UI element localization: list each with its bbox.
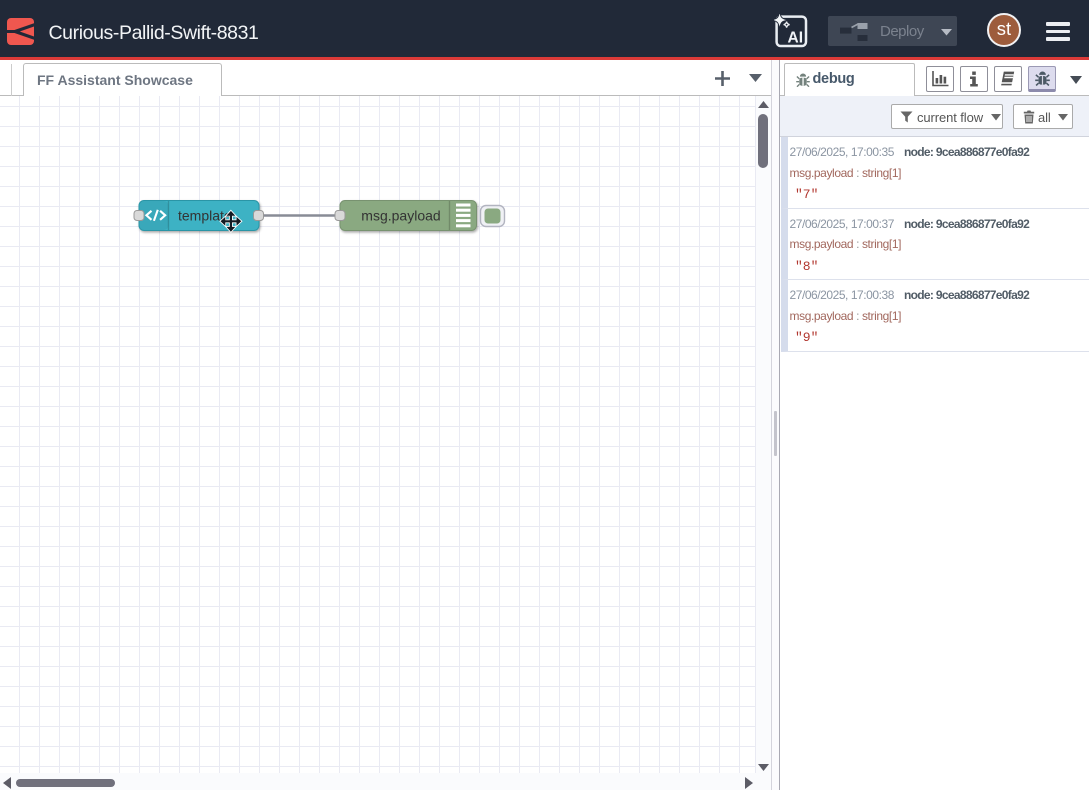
svg-text:AI: AI xyxy=(788,30,804,47)
svg-text:msg.payload: msg.payload xyxy=(361,208,440,224)
